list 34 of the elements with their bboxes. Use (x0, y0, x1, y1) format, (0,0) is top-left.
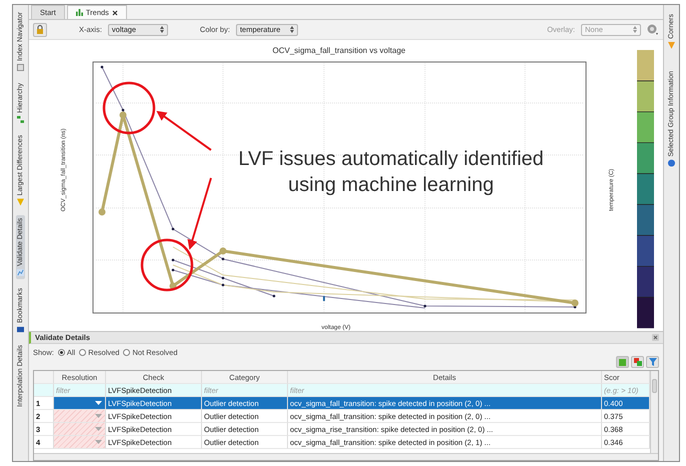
warning-icon (668, 42, 675, 49)
close-icon[interactable] (112, 10, 118, 16)
annotation-arrow (156, 110, 212, 151)
filter-button[interactable] (646, 356, 659, 368)
filter-icon (648, 358, 656, 366)
warning-icon (17, 198, 24, 206)
square-icon (619, 358, 626, 366)
filter-row-corner (34, 384, 54, 397)
up-down-arrows-icon (290, 26, 294, 33)
up-down-arrows-icon (160, 26, 164, 33)
chart-title: OCV_sigma_fall_transition vs voltage (272, 46, 406, 55)
resolution-dropdown[interactable] (54, 397, 106, 410)
caret-down-icon (95, 401, 102, 405)
compare-button[interactable] (631, 356, 644, 368)
settings-icon[interactable] (647, 24, 659, 35)
highlight-circle (140, 238, 194, 292)
lock-icon (36, 25, 44, 34)
info-icon (668, 160, 675, 167)
highlight-circle (102, 82, 156, 134)
caret-down-icon (95, 440, 102, 444)
chart-icon (17, 268, 24, 276)
toggle-button[interactable] (616, 356, 629, 368)
scrollbar[interactable] (650, 371, 658, 453)
bar-chart-icon (76, 9, 83, 16)
annotation-text: LVF issues automatically identified using machine learning (238, 148, 544, 196)
up-down-arrows-icon (633, 26, 637, 33)
caret-down-icon (95, 427, 102, 431)
flag-icon (17, 326, 24, 333)
lock-button[interactable] (33, 22, 47, 36)
caret-down-icon (95, 414, 102, 418)
list-icon (17, 64, 24, 72)
overlapping-squares-icon (634, 358, 642, 366)
tree-icon (17, 116, 24, 123)
scrollbar[interactable] (34, 453, 658, 460)
